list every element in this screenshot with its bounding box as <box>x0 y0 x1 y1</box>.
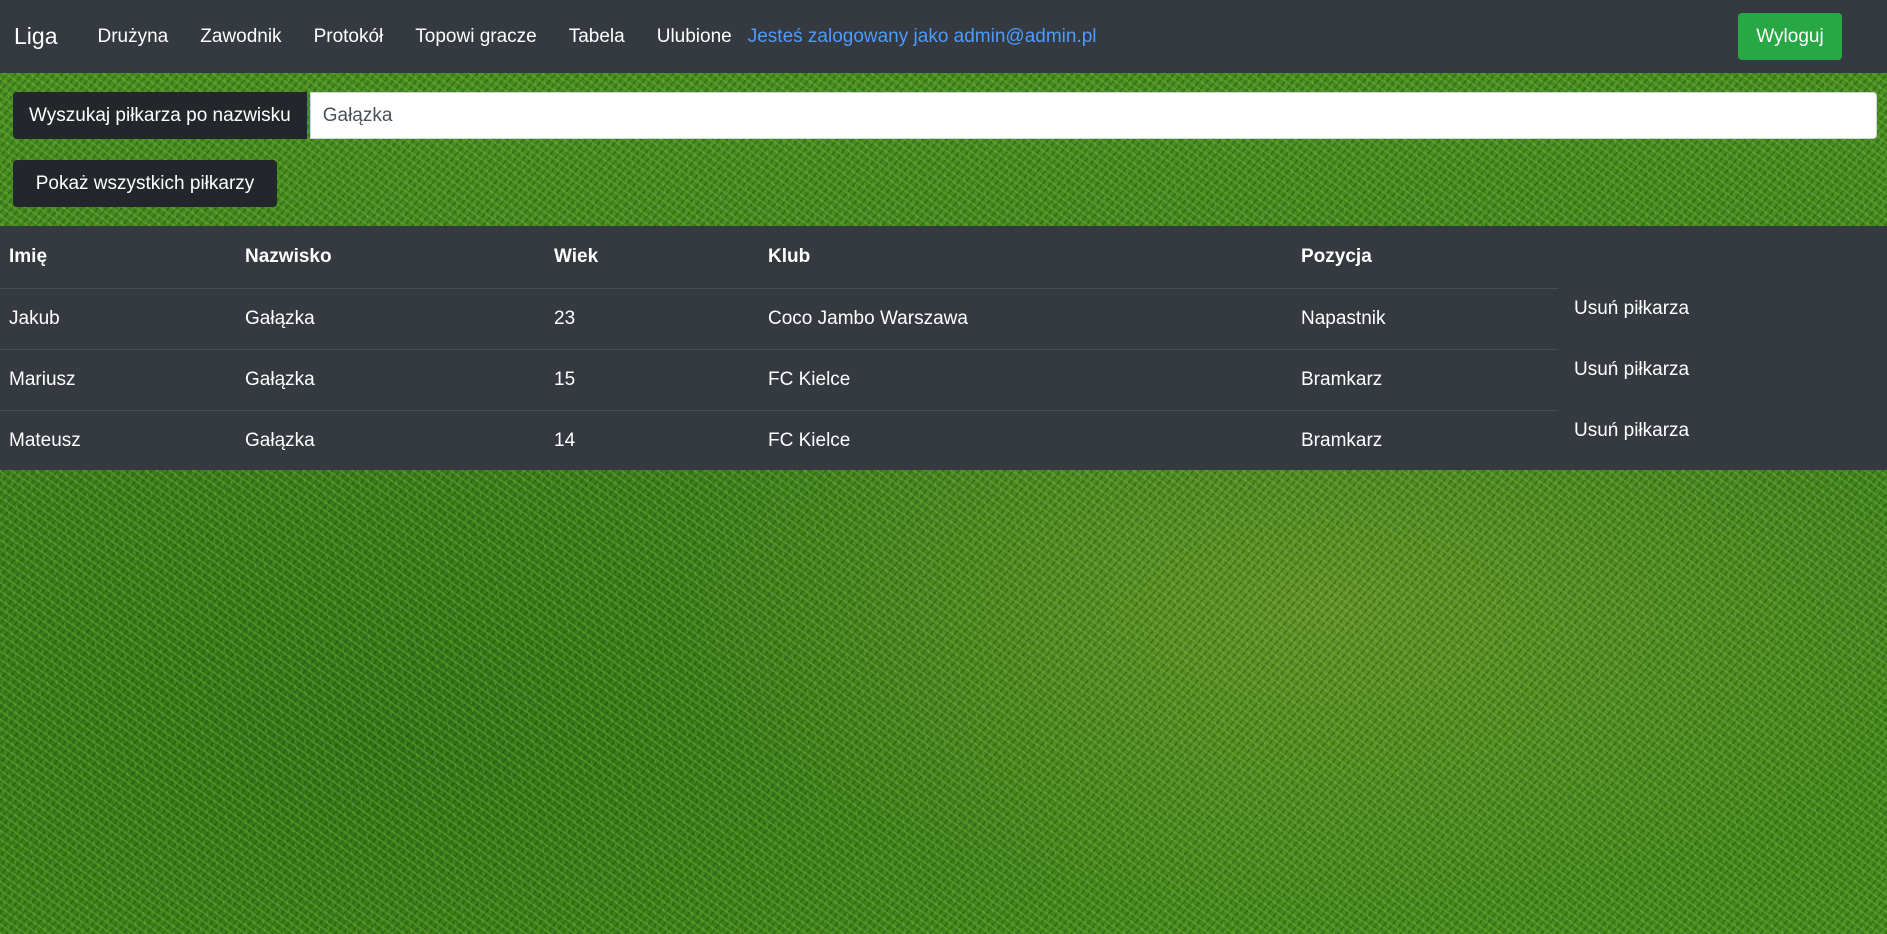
cell-pozycja: Napastnik <box>1292 287 1558 349</box>
show-all-players-button[interactable]: Pokaż wszystkich piłkarzy <box>13 160 277 207</box>
cell-wiek: 14 <box>545 409 759 471</box>
header-pozycja: Pozycja <box>1301 245 1372 267</box>
cell-pozycja: Bramkarz <box>1292 409 1558 471</box>
cell-imie: Jakub <box>0 287 236 349</box>
nav-link-zawodnik[interactable]: Zawodnik <box>200 26 281 48</box>
table-row: Jakub Gałązka 23 Coco Jambo Warszawa Nap… <box>0 287 1558 349</box>
table-row: Mateusz Gałązka 14 FC Kielce Bramkarz <box>0 409 1558 471</box>
header-klub: Klub <box>768 245 811 267</box>
table-header-row: Imię Nazwisko Wiek Klub Pozycja <box>0 226 1558 288</box>
cell-imie: Mateusz <box>0 409 236 471</box>
header-nazwisko: Nazwisko <box>245 245 332 267</box>
cell-wiek: 23 <box>545 287 759 349</box>
table-row: Mariusz Gałązka 15 FC Kielce Bramkarz <box>0 348 1558 410</box>
cell-klub: Coco Jambo Warszawa <box>759 287 1292 349</box>
delete-player-link[interactable]: Usuń piłkarza <box>1574 420 1689 442</box>
navbar: Liga Drużyna Zawodnik Protokół Topowi gr… <box>0 0 1887 73</box>
header-wiek: Wiek <box>554 245 599 267</box>
nav-link-protokol[interactable]: Protokół <box>314 26 384 48</box>
players-table: Imię Nazwisko Wiek Klub Pozycja Jakub Ga… <box>0 226 1558 471</box>
header-imie: Imię <box>9 245 48 267</box>
search-label: Wyszukaj piłkarza po nazwisku <box>13 92 307 139</box>
cell-nazwisko: Gałązka <box>236 409 545 471</box>
login-info: Jesteś zalogowany jako admin@admin.pl <box>747 25 1097 47</box>
brand-link[interactable]: Liga <box>14 23 57 50</box>
nav-link-ulubione[interactable]: Ulubione <box>657 26 732 48</box>
logout-button[interactable]: Wyloguj <box>1738 13 1842 60</box>
delete-player-link[interactable]: Usuń piłkarza <box>1574 298 1689 320</box>
nav-link-tabela[interactable]: Tabela <box>569 26 625 48</box>
cell-klub: FC Kielce <box>759 409 1292 471</box>
search-group: Wyszukaj piłkarza po nazwisku <box>13 92 1877 139</box>
players-table-container: Imię Nazwisko Wiek Klub Pozycja Jakub Ga… <box>0 226 1887 471</box>
search-input[interactable] <box>309 92 1877 139</box>
cell-wiek: 15 <box>545 348 759 410</box>
cell-nazwisko: Gałązka <box>236 287 545 349</box>
delete-player-link[interactable]: Usuń piłkarza <box>1574 359 1689 381</box>
nav-link-druzyna[interactable]: Drużyna <box>97 26 168 48</box>
cell-nazwisko: Gałązka <box>236 348 545 410</box>
cell-klub: FC Kielce <box>759 348 1292 410</box>
cell-imie: Mariusz <box>0 348 236 410</box>
nav-link-topowi-gracze[interactable]: Topowi gracze <box>415 26 536 48</box>
cell-pozycja: Bramkarz <box>1292 348 1558 410</box>
